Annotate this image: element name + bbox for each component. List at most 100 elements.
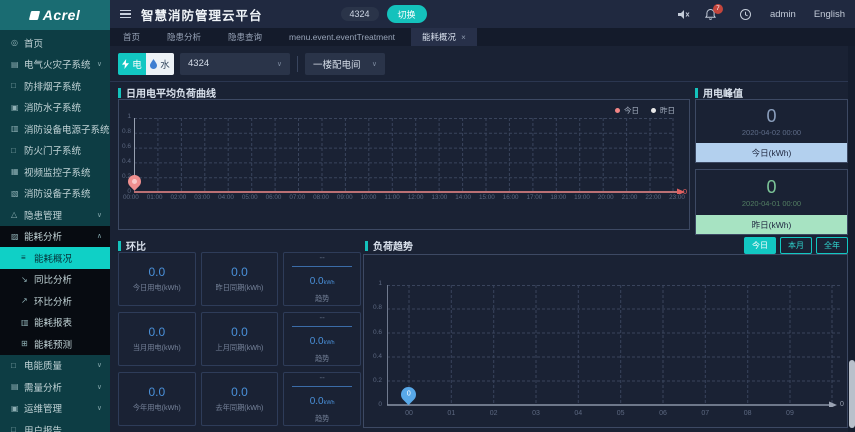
app-window: Acrel ◎ 首页 ▤ 电气火灾子系统 ∨ □ 防排烟子系统 ▣ 消防水子系统… [0,0,855,432]
sidebar: Acrel ◎ 首页 ▤ 电气火灾子系统 ∨ □ 防排烟子系统 ▣ 消防水子系统… [0,0,110,432]
trend-percent: -- [319,373,325,382]
y-tick-label: 0.8 [372,304,382,312]
sidebar-menu: ◎ 首页 ▤ 电气火灾子系统 ∨ □ 防排烟子系统 ▣ 消防水子系统 ▥ 消防设… [0,30,110,432]
mute-speaker-icon[interactable] [677,8,690,21]
sidebar-item[interactable]: ▤ 需量分析 ∨ [0,376,110,398]
stat-label: 昨日同期(kWh) [215,282,264,292]
stat-value: 0.0 [148,324,166,339]
sidebar-item[interactable]: □ 防排烟子系统 [0,75,110,97]
sidebar-item[interactable]: ◎ 首页 [0,32,110,54]
divider [291,266,353,267]
station-select[interactable]: 4324 ∨ [180,52,290,75]
sidebar-item[interactable]: △ 隐患管理 ∨ [0,204,110,226]
sidebar-item[interactable]: □ 用户报告 [0,419,110,432]
lightning-icon [122,58,130,69]
y-tick-label: 0.4 [372,352,382,360]
trend-value: 0.0 [309,276,324,287]
legend-item[interactable]: 今日 [615,105,639,116]
sidebar-item-label: 能耗分析 [24,232,63,244]
x-tick-label: 00:00 [123,194,139,201]
sidebar-item[interactable]: ▨ 能耗分析 ∧ [0,225,110,247]
sidebar-item[interactable]: □ 防火门子系统 [0,140,110,162]
x-tick-label: 21:00 [621,194,638,201]
peak-card-yesterday: 0 2020-04-01 00:00 昨日(kWh) [695,169,848,235]
legend-item[interactable]: 昨日 [651,105,675,116]
app-title: 智慧消防管理云平台 [141,8,263,23]
tab-close-icon[interactable]: × [461,33,466,42]
legend-dot [615,108,620,113]
tab[interactable]: 首页 [112,28,156,46]
crosshair-line [133,118,135,176]
language-switch[interactable]: English [814,9,845,20]
notification-count-badge: 7 [712,3,723,14]
sidebar-item-label: 能耗报表 [34,318,73,330]
x-tick-label: 19:00 [574,194,590,201]
sidebar-item[interactable]: ▣ 消防水子系统 [0,97,110,119]
brand-logo: Acrel [0,0,110,30]
electric-toggle-button[interactable]: 电 [118,52,146,75]
tab-label: 隐患查询 [228,32,263,42]
sidebar-item-label: 同比分析 [34,275,73,287]
scrollbar-track[interactable] [848,46,855,432]
sidebar-item[interactable]: ▥ 消防设备电源子系统 [0,118,110,140]
range-button[interactable]: 本月 [780,237,812,254]
sidebar-item-icon: ▨ [11,231,19,241]
x-tick-label: 06 [659,410,667,417]
sidebar-item-icon: ↘ [21,274,28,284]
sidebar-item-label: 能耗概况 [34,253,73,265]
stat-card: 0.0 今日用电(kWh) 0.0 今日用电(kWh) [118,252,196,306]
sidebar-item-label: 电气火灾子系统 [24,60,91,72]
tab[interactable]: 隐患查询 [217,28,278,46]
sidebar-item[interactable]: ▥ 能耗报表 [0,311,110,333]
sidebar-item[interactable]: ▧ 消防设备子系统 [0,183,110,205]
sidebar-item[interactable]: ↘ 同比分析 [0,268,110,290]
x-tick-label: 01 [447,410,456,417]
tab[interactable]: 能耗概况 × [411,28,477,46]
trend-value-row: 0.0kWh [310,391,335,409]
filter-bar: 电 水 4324 ∨ 一楼配电间 ∨ [110,46,855,82]
x-tick-label: 14:00 [455,194,472,201]
chart-legend: 今日 昨日 [615,105,675,116]
scrollbar-thumb[interactable] [848,360,855,428]
switch-button[interactable]: 切换 [386,5,427,23]
collapse-menu-icon[interactable] [120,9,131,19]
room-select[interactable]: 一楼配电间 ∨ [305,52,385,75]
x-tick-label: 02 [489,410,498,417]
tab[interactable]: 隐患分析 [156,28,217,46]
y-tick-label: 0.6 [372,328,382,336]
x-tick-label: 09 [786,410,794,417]
tab-label: 首页 [123,32,141,42]
peak-value: 0 [766,176,777,197]
sidebar-item[interactable]: □ 电能质量 ∨ [0,355,110,377]
sidebar-item-icon: ▣ [11,403,19,413]
trend-unit: kWh [323,280,335,286]
sidebar-item[interactable]: ≡ 能耗概况 [0,247,110,269]
range-button[interactable]: 今日 [744,237,776,254]
sidebar-item[interactable]: ↗ 环比分析 [0,290,110,312]
sidebar-item-label: 用户报告 [24,425,63,432]
clock-icon[interactable] [739,8,752,21]
water-toggle-button[interactable]: 水 [146,52,174,75]
chart-grid [387,285,842,407]
sidebar-item[interactable]: ▣ 运维管理 ∨ [0,398,110,420]
sidebar-item-icon: ▣ [11,102,19,112]
chevron-icon: ∨ [96,362,102,370]
user-menu[interactable]: admin [770,9,796,20]
x-tick-label: 07:00 [289,194,306,201]
tab-label: 隐患分析 [167,32,202,42]
x-tick-label: 05 [616,410,625,417]
stat-card: 0.0 趋势 -- 0.0kWh 趋势 [283,252,361,306]
trend-value: 0.0 [309,396,324,407]
sidebar-item[interactable]: ▤ 电气火灾子系统 ∨ [0,54,110,76]
electric-label: 电 [132,59,142,71]
stat-card: 0.0 昨日同期(kWh) 0.0 昨日同期(kWh) [200,252,279,306]
notifications[interactable]: 7 [704,3,723,21]
stat-label: 去年同期(kWh) [215,402,264,412]
sidebar-item-label: 消防设备电源子系统 [24,124,110,136]
sidebar-item[interactable]: ⊞ 能耗预测 [0,333,110,355]
peak-value: 0 [766,105,777,126]
tab[interactable]: menu.event.eventTreatment [278,28,411,46]
sidebar-item[interactable]: ▦ 视频监控子系统 [0,161,110,183]
load-trend-chart: 1 0.8 0.6 0.4 0.2 0 00 01 02 03 04 05 06… [363,254,848,428]
range-button[interactable]: 全年 [816,237,848,254]
